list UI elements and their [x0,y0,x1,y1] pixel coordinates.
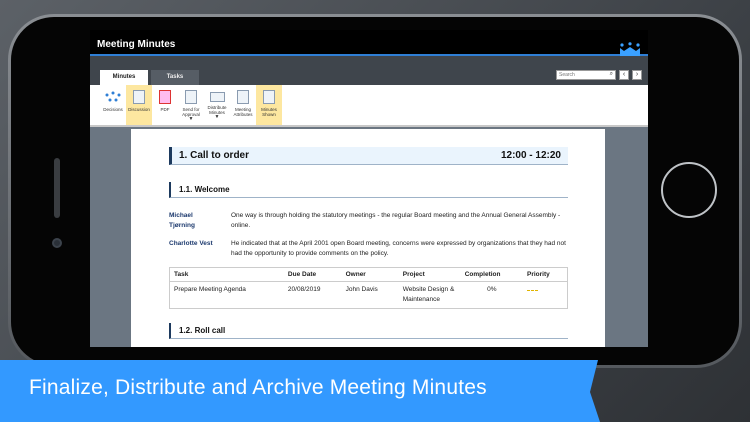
send-approval-icon [185,90,197,104]
ribbon-toolbar: Decisions Discussion PDF Send for Approv… [90,85,648,127]
task-table: Task Due Date Owner Project Completion P… [169,267,568,309]
app-screen: Meeting Minutes Minutes Tasks Search ⌕ ‹ … [90,30,648,347]
table-row[interactable]: Prepare Meeting Agenda 20/08/2019 John D… [170,282,568,309]
meeting-attributes-button[interactable]: Meeting Attributes [230,85,256,125]
promo-banner: Finalize, Distribute and Archive Meeting… [0,360,600,422]
app-title: Meeting Minutes [97,39,176,50]
minutes-shown-button[interactable]: Minutes Shown [256,85,282,125]
dropdown-arrow-icon: ▼ [188,116,194,122]
section-time: 12:00 - 12:20 [500,150,561,161]
home-button[interactable] [661,162,717,218]
title-bar: Meeting Minutes [90,30,648,56]
search-input[interactable]: Search ⌕ [556,70,616,80]
camera [52,238,62,248]
subsection-heading: 1.1. Welcome [169,182,568,198]
speaker [54,158,60,218]
minutes-shown-icon [263,90,275,104]
priority-indicator [526,290,538,291]
tab-minutes[interactable]: Minutes [100,70,148,85]
search-icon: ⌕ [609,71,613,77]
distribute-icon [209,92,225,102]
dropdown-arrow-icon: ▼ [214,114,220,120]
banner-text: Finalize, Distribute and Archive Meeting… [29,376,487,399]
tab-tasks[interactable]: Tasks [151,70,199,85]
next-button[interactable]: › [632,70,642,80]
pdf-button[interactable]: PDF [152,85,178,125]
discussion-entry: Michael Tjørning One way is through holdi… [169,212,561,229]
subsection-heading: 1.2. Roll call [169,323,568,339]
crown-logo-icon [620,42,640,56]
pdf-icon [159,90,171,104]
distribute-button[interactable]: Distribute Minutes ▼ [204,85,230,125]
section-heading: 1. Call to order 12:00 - 12:20 [169,147,568,165]
discussion-button[interactable]: Discussion [126,85,152,125]
decisions-icon [105,91,121,102]
minutes-document: 1. Call to order 12:00 - 12:20 1.1. Welco… [131,129,605,347]
tab-bar: Minutes Tasks Search ⌕ ‹ › [90,56,648,85]
decisions-button[interactable]: Decisions [100,85,126,125]
attributes-icon [237,90,249,104]
speaker-name: Charlotte Vest [169,240,213,247]
send-approval-button[interactable]: Send for Approval ▼ [178,85,204,125]
prev-button[interactable]: ‹ [619,70,629,80]
discussion-entry: Charlotte Vest He indicated that at the A… [169,240,566,257]
speaker-name: Michael Tjørning [169,212,195,229]
discussion-icon [133,90,145,104]
